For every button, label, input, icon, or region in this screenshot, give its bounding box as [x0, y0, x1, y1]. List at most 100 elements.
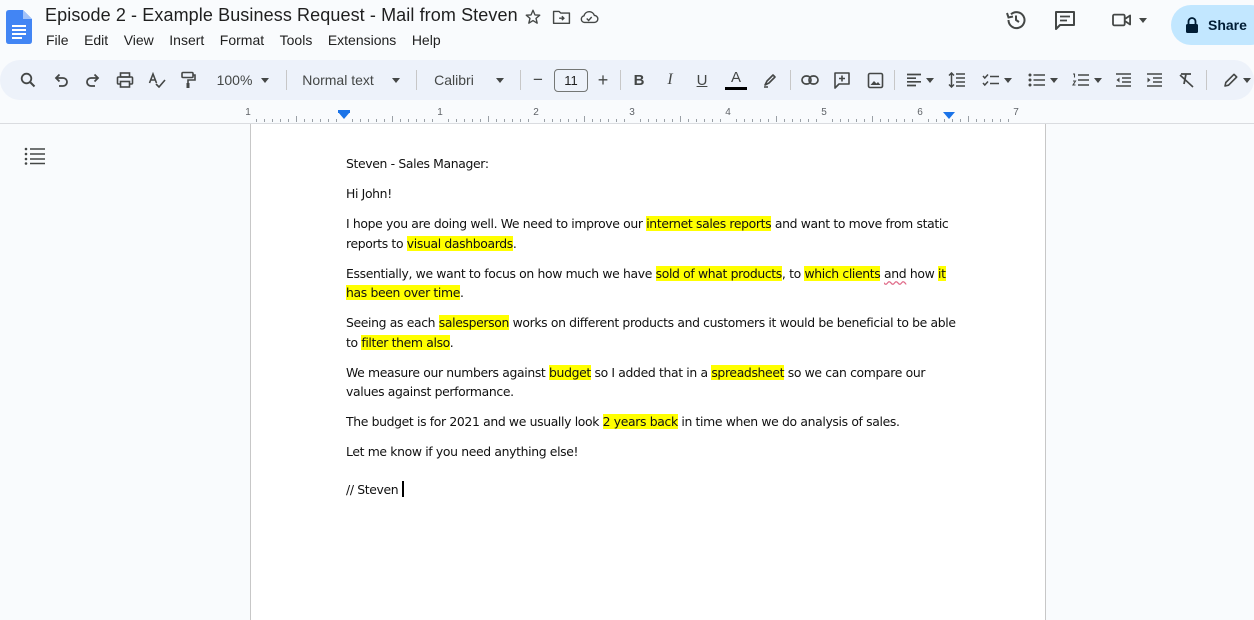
decrease-indent-button[interactable]	[1112, 60, 1134, 100]
ruler-label: 6	[917, 107, 923, 118]
add-comment-button[interactable]	[832, 60, 852, 100]
ruler-tick	[280, 119, 281, 122]
bold-button[interactable]: B	[630, 60, 648, 100]
text-run: I hope you are doing well. We need to im…	[346, 216, 647, 231]
text-color-glyph: A	[730, 69, 741, 86]
search-menus-button[interactable]	[16, 60, 40, 100]
document-outline-button[interactable]	[24, 147, 46, 167]
print-icon	[116, 72, 134, 88]
editing-mode-button[interactable]	[1220, 60, 1254, 100]
clear-formatting-button[interactable]	[1175, 60, 1197, 100]
document-body[interactable]: Steven - Sales Manager: Hi John! I hope …	[346, 154, 956, 510]
ruler-tick	[320, 119, 321, 122]
ruler-tick	[888, 119, 889, 122]
menu-tools[interactable]: Tools	[280, 32, 313, 48]
ruler-tick	[776, 116, 777, 122]
ruler-tick	[856, 119, 857, 122]
horizontal-ruler[interactable]: 1 1 2 3 4 5 6 7	[245, 105, 1046, 124]
ruler-tick	[864, 119, 865, 122]
text-run: The budget is for 2021 and we usually lo…	[346, 414, 603, 429]
spelling-check-button[interactable]	[146, 60, 168, 100]
toolbar-divider	[416, 70, 417, 90]
insert-image-button[interactable]	[865, 60, 885, 100]
title-bar: Episode 2 - Example Business Request - M…	[0, 0, 1254, 58]
ruler-tick	[360, 119, 361, 122]
comments-button[interactable]	[1051, 0, 1079, 40]
underline-button[interactable]: U	[693, 60, 711, 100]
ruler-tick	[376, 119, 377, 122]
comment-icon	[1055, 11, 1075, 30]
cloud-saved-icon[interactable]	[579, 8, 599, 26]
align-button[interactable]	[903, 60, 937, 100]
ruler-tick	[352, 119, 353, 122]
numbered-list-button[interactable]	[1068, 60, 1106, 100]
checklist-button[interactable]	[978, 60, 1016, 100]
ruler-tick	[624, 119, 625, 122]
menu-file[interactable]: File	[46, 32, 69, 48]
ruler-tick	[904, 119, 905, 122]
text-color-button[interactable]: A	[724, 60, 748, 100]
ruler-tick	[408, 119, 409, 122]
print-button[interactable]	[114, 60, 136, 100]
paint-roller-icon	[181, 71, 196, 88]
move-folder-icon[interactable]	[551, 8, 571, 26]
menu-insert[interactable]: Insert	[169, 32, 204, 48]
paragraph: Essentially, we want to focus on how muc…	[346, 264, 956, 303]
left-indent-marker[interactable]	[338, 112, 350, 119]
align-left-icon	[907, 73, 921, 87]
docs-logo-icon[interactable]	[6, 10, 32, 44]
text-run: .	[460, 285, 464, 300]
document-page[interactable]: Steven - Sales Manager: Hi John! I hope …	[250, 124, 1046, 620]
redo-button[interactable]	[82, 60, 104, 100]
menu-format[interactable]: Format	[220, 32, 264, 48]
paragraph-style-select[interactable]: Normal text	[298, 60, 404, 100]
menu-extensions[interactable]: Extensions	[328, 32, 396, 48]
highlighted-text: which clients	[804, 265, 881, 281]
font-family-select[interactable]: Calibri	[428, 60, 510, 100]
history-icon	[1006, 11, 1026, 30]
insert-link-button[interactable]	[800, 60, 820, 100]
right-indent-marker[interactable]	[943, 112, 955, 119]
highlighted-text: filter them also	[361, 334, 450, 350]
document-title[interactable]: Episode 2 - Example Business Request - M…	[45, 5, 518, 26]
ruler-tick	[808, 119, 809, 122]
version-history-button[interactable]	[1002, 0, 1030, 40]
toolbar-divider	[790, 70, 791, 90]
decrease-font-size-button[interactable]: −	[529, 60, 547, 100]
highlighted-text: salesperson	[438, 315, 509, 330]
line-spacing-button[interactable]	[946, 60, 968, 100]
share-button[interactable]: Share	[1171, 5, 1254, 45]
highlight-color-button[interactable]	[760, 60, 780, 100]
ruler-tick	[504, 119, 505, 122]
ruler-tick	[456, 119, 457, 122]
ruler-tick	[432, 119, 433, 122]
ruler-tick	[840, 119, 841, 122]
ruler-tick	[704, 119, 705, 122]
ruler-label: 5	[821, 107, 827, 118]
undo-button[interactable]	[50, 60, 72, 100]
ruler-tick	[912, 119, 913, 122]
increase-indent-button[interactable]	[1143, 60, 1165, 100]
text-color-swatch	[725, 87, 747, 90]
meet-button[interactable]	[1106, 0, 1152, 40]
star-icon[interactable]	[523, 8, 543, 26]
ruler-tick	[368, 119, 369, 122]
spelling-suggestion-word[interactable]: and	[884, 266, 907, 281]
ruler-tick	[488, 116, 489, 122]
paint-format-button[interactable]	[177, 60, 199, 100]
ruler-tick	[496, 119, 497, 122]
zoom-value: 100%	[216, 72, 253, 88]
increase-font-size-button[interactable]: +	[594, 60, 612, 100]
font-size-input[interactable]: 11	[554, 69, 588, 92]
zoom-select[interactable]: 100%	[210, 60, 276, 100]
ruler-tick	[296, 116, 297, 122]
menu-view[interactable]: View	[124, 32, 154, 48]
bulleted-list-button[interactable]	[1024, 60, 1062, 100]
menu-help[interactable]: Help	[412, 32, 441, 48]
italic-button[interactable]: I	[661, 60, 679, 100]
text-run: so I added that in a	[590, 364, 712, 380]
ruler-tick	[288, 119, 289, 122]
decrease-indent-icon	[1115, 73, 1131, 87]
ruler-tick	[832, 119, 833, 122]
menu-edit[interactable]: Edit	[84, 32, 108, 48]
